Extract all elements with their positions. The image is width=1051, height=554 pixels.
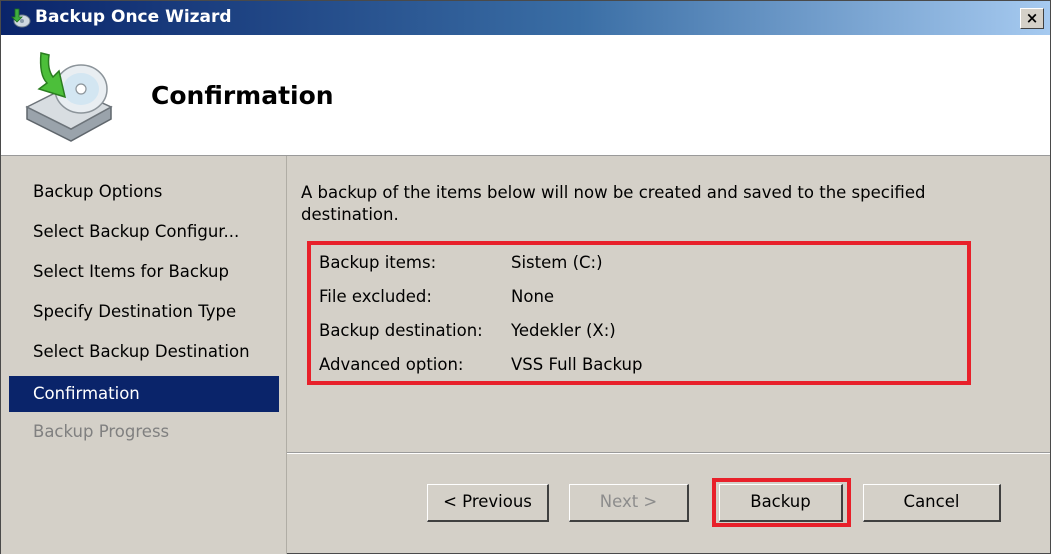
summary-label: File excluded: <box>319 287 432 306</box>
confirmation-description: A backup of the items below will now be … <box>301 183 926 224</box>
wizard-header: Confirmation <box>1 35 1050 156</box>
backup-summary-highlight: Backup items: Sistem (C:) File excluded:… <box>307 241 971 385</box>
footer-divider <box>287 452 1050 453</box>
next-button: Next > <box>569 484 689 522</box>
nav-step-confirmation[interactable]: Confirmation <box>9 376 279 412</box>
previous-button[interactable]: < Previous <box>427 484 549 522</box>
close-button[interactable]: × <box>1020 8 1044 29</box>
cancel-button[interactable]: Cancel <box>863 484 1001 522</box>
summary-value: None <box>511 287 555 306</box>
backup-wizard-icon <box>11 8 31 28</box>
summary-value: Yedekler (X:) <box>511 321 616 340</box>
nav-step-backup-progress: Backup Progress <box>33 422 170 441</box>
title-bar[interactable]: Backup Once Wizard × <box>1 1 1050 35</box>
nav-step-select-backup-configuration[interactable]: Select Backup Configur... <box>9 214 279 250</box>
page-title: Confirmation <box>151 81 334 110</box>
window-title: Backup Once Wizard <box>35 7 232 27</box>
wizard-window: Backup Once Wizard × Confirmation Backup… <box>0 0 1051 554</box>
backup-drive-icon <box>25 52 113 142</box>
summary-label: Backup destination: <box>319 321 483 340</box>
summary-label: Backup items: <box>319 253 437 272</box>
nav-step-destination-type[interactable]: Specify Destination Type <box>9 294 279 330</box>
confirmation-content: A backup of the items below will now be … <box>287 156 1050 452</box>
backup-button[interactable]: Backup <box>719 484 843 522</box>
nav-step-select-items[interactable]: Select Items for Backup <box>9 254 279 290</box>
nav-step-backup-destination[interactable]: Select Backup Destination <box>9 334 279 370</box>
close-icon: × <box>1025 9 1039 27</box>
summary-value: VSS Full Backup <box>511 355 643 374</box>
nav-step-backup-options[interactable]: Backup Options <box>9 174 279 210</box>
summary-label: Advanced option: <box>319 355 464 374</box>
wizard-steps-nav: Backup Options Select Backup Configur...… <box>1 156 287 554</box>
summary-value: Sistem (C:) <box>511 253 603 272</box>
